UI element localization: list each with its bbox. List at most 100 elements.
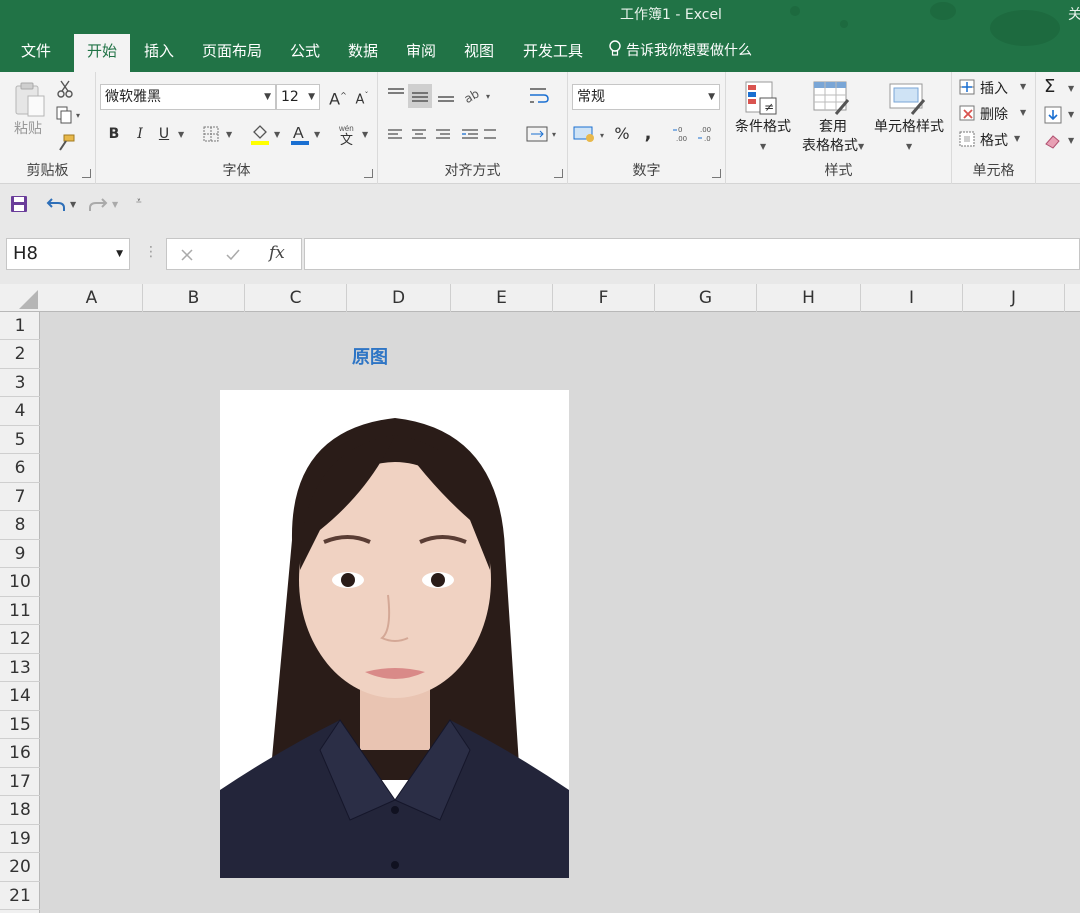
tab-formulas[interactable]: 公式 — [280, 34, 330, 72]
format-cells-button[interactable]: 格式 — [980, 130, 1008, 150]
chevron-down-icon[interactable]: ▼ — [178, 130, 184, 139]
chevron-down-icon[interactable]: ▼ — [1068, 110, 1074, 119]
conditional-formatting-button[interactable]: 条件格式 — [728, 118, 798, 136]
column-header-b[interactable]: B — [143, 284, 245, 312]
row-header[interactable]: 6 — [0, 454, 40, 483]
decrease-decimal-icon[interactable]: .00.0 — [696, 124, 718, 144]
comma-style-button[interactable]: , — [636, 122, 660, 146]
cut-icon[interactable] — [56, 80, 74, 98]
tab-page-layout[interactable]: 页面布局 — [196, 34, 268, 72]
column-header-h[interactable]: H — [757, 284, 861, 312]
borders-icon[interactable] — [202, 125, 222, 143]
delete-cells-icon[interactable] — [958, 104, 978, 124]
tab-file[interactable]: 文件 — [8, 34, 64, 72]
underline-button[interactable]: U — [152, 122, 176, 146]
row-header[interactable]: 5 — [0, 426, 40, 454]
row-header[interactable]: 19 — [0, 825, 40, 853]
format-as-table-label-2[interactable]: 表格格式 — [792, 137, 868, 155]
chevron-down-icon[interactable]: ▼ — [906, 142, 912, 151]
chevron-down-icon[interactable]: ▼ — [314, 130, 320, 139]
top-align-icon[interactable] — [386, 86, 406, 104]
insert-cells-button[interactable]: 插入 — [980, 78, 1008, 98]
row-header[interactable]: 16 — [0, 739, 40, 768]
font-size-combo[interactable]: 12 ▼ — [276, 84, 320, 110]
column-header-e[interactable]: E — [451, 284, 553, 312]
font-color-icon[interactable]: A — [288, 122, 312, 146]
chevron-down-icon[interactable]: ▼ — [1014, 134, 1020, 143]
chevron-down-icon[interactable]: ▼ — [70, 200, 76, 209]
row-header[interactable]: 10 — [0, 568, 40, 597]
portrait-photo[interactable] — [220, 390, 569, 878]
format-painter-icon[interactable] — [56, 134, 76, 152]
row-header[interactable]: 8 — [0, 511, 40, 540]
number-format-combo[interactable]: 常规 ▼ — [572, 84, 720, 110]
chevron-down-icon[interactable]: ▼ — [1068, 84, 1074, 93]
bottom-align-icon[interactable] — [436, 86, 456, 104]
bold-button[interactable]: B — [102, 122, 126, 146]
row-header[interactable]: 14 — [0, 682, 40, 711]
chevron-down-icon[interactable]: ▼ — [1020, 108, 1026, 117]
wrap-text-icon[interactable] — [528, 86, 550, 106]
row-header[interactable]: 12 — [0, 625, 40, 654]
italic-button[interactable]: I — [128, 122, 152, 146]
chevron-down-icon[interactable]: ▼ — [226, 130, 232, 139]
merge-center-icon[interactable]: ▾ — [526, 124, 560, 144]
format-as-table-label-1[interactable]: 套用 — [798, 118, 868, 136]
chevron-down-icon[interactable]: ▼ — [112, 200, 118, 209]
customize-qat-icon[interactable]: ⩡ — [136, 196, 142, 207]
alignment-launcher[interactable] — [554, 169, 563, 178]
redo-icon[interactable] — [88, 195, 108, 213]
format-cells-icon[interactable] — [958, 130, 978, 150]
select-all-icon[interactable] — [0, 284, 41, 312]
increase-decimal-icon[interactable]: 0.00 — [672, 124, 694, 144]
name-box[interactable]: H8 ▼ — [6, 238, 130, 270]
font-launcher[interactable] — [364, 169, 373, 178]
chevron-down-icon[interactable]: ▼ — [1020, 82, 1026, 91]
tab-home[interactable]: 开始 — [74, 34, 130, 72]
chevron-down-icon[interactable]: ▼ — [1068, 136, 1074, 145]
delete-cells-button[interactable]: 删除 — [980, 104, 1008, 124]
row-header[interactable]: 9 — [0, 540, 40, 568]
enter-check-icon[interactable] — [225, 247, 241, 263]
accounting-format-icon[interactable]: ▾ — [572, 124, 610, 144]
copy-icon[interactable]: ▾ — [56, 106, 82, 124]
tab-view[interactable]: 视图 — [454, 34, 504, 72]
chevron-down-icon[interactable]: ▼ — [274, 130, 280, 139]
row-header[interactable]: 2 — [0, 340, 40, 369]
column-header-d[interactable]: D — [347, 284, 451, 312]
tab-data[interactable]: 数据 — [338, 34, 388, 72]
row-header[interactable]: 13 — [0, 654, 40, 682]
row-header[interactable]: 20 — [0, 853, 40, 882]
row-header[interactable]: 4 — [0, 397, 40, 426]
undo-icon[interactable] — [46, 195, 66, 213]
save-icon[interactable] — [10, 195, 28, 213]
tab-review[interactable]: 审阅 — [396, 34, 446, 72]
column-header-c[interactable]: C — [245, 284, 347, 312]
row-header[interactable]: 7 — [0, 483, 40, 511]
row-header[interactable]: 15 — [0, 711, 40, 739]
row-header[interactable]: 21 — [0, 882, 40, 910]
column-header-i[interactable]: I — [861, 284, 963, 312]
phonetic-guide-icon[interactable]: wén文 — [336, 122, 360, 146]
percent-style-button[interactable]: % — [610, 122, 634, 146]
insert-function-icon[interactable]: fx — [269, 243, 285, 263]
tab-developer[interactable]: 开发工具 — [514, 34, 592, 72]
grow-font-icon[interactable]: A^ — [326, 84, 350, 108]
formula-input[interactable] — [304, 238, 1080, 270]
chevron-down-icon[interactable]: ▼ — [858, 142, 864, 151]
paste-button[interactable]: 粘贴 — [8, 120, 48, 138]
column-header-j[interactable]: J — [963, 284, 1065, 312]
row-header[interactable]: 3 — [0, 369, 40, 397]
row-header[interactable]: 17 — [0, 768, 40, 796]
row-header[interactable]: 11 — [0, 597, 40, 625]
cell-styles-icon[interactable] — [888, 80, 928, 118]
row-header[interactable]: 18 — [0, 796, 40, 825]
cancel-icon[interactable] — [179, 247, 195, 263]
fill-down-icon[interactable] — [1044, 106, 1062, 124]
row-header[interactable]: 1 — [0, 312, 40, 340]
insert-cells-icon[interactable] — [958, 78, 978, 98]
clipboard-launcher[interactable] — [82, 169, 91, 178]
chevron-down-icon[interactable]: ▼ — [760, 142, 766, 151]
clear-eraser-icon[interactable] — [1044, 132, 1062, 150]
horizontal-align-icons[interactable] — [386, 126, 496, 144]
